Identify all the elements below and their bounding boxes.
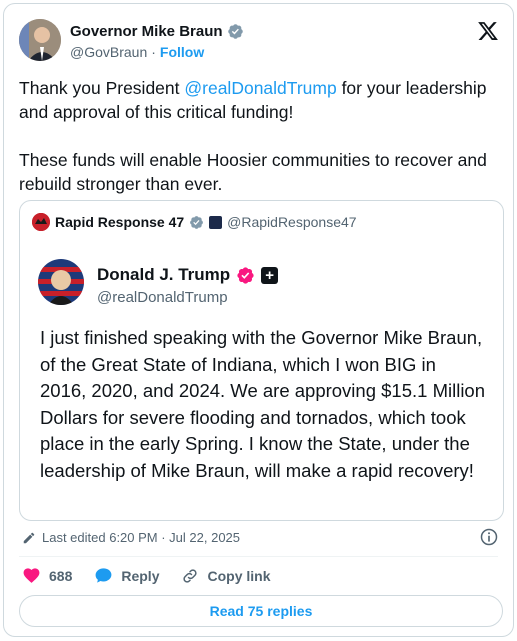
verified-badge-icon (227, 24, 243, 39)
author-handle[interactable]: @GovBraun (70, 44, 147, 60)
tweet-card: Governor Mike Braun @GovBraun · Follow T… (3, 3, 514, 637)
like-count: 688 (49, 567, 73, 584)
author-avatar[interactable] (19, 19, 61, 61)
read-replies-button[interactable]: Read 75 replies (19, 595, 503, 627)
embedded-text: I just finished speaking with the Govern… (40, 327, 486, 481)
affiliate-badge-icon (209, 215, 223, 229)
action-bar: 688 Reply Copy link (22, 566, 293, 585)
like-button[interactable]: 688 (22, 566, 72, 585)
speech-bubble-icon (95, 568, 112, 583)
info-icon[interactable] (479, 527, 499, 547)
reply-label: Reply (121, 567, 160, 584)
embedded-handle: @realDonaldTrump (97, 289, 228, 306)
pencil-icon (23, 532, 35, 543)
link-icon (183, 568, 198, 583)
quote-author-name[interactable]: Rapid Response 47 (55, 214, 184, 230)
author-name[interactable]: Governor Mike Braun (70, 23, 223, 40)
edited-timestamp[interactable]: Last edited 6:20 PM · Jul 22, 2025 (42, 530, 240, 545)
copy-link-label: Copy link (207, 567, 271, 584)
quote-author-handle[interactable]: @RapidResponse47 (227, 214, 356, 230)
embedded-name: Donald J. Trump (97, 265, 231, 284)
verified-badge-icon (190, 215, 204, 229)
embedded-avatar (38, 259, 84, 305)
embedded-name-row: Donald J. Trump + (97, 265, 279, 285)
plus-badge-icon: + (261, 266, 279, 284)
x-logo-icon[interactable] (477, 20, 499, 42)
quote-header: Rapid Response 47 @RapidResponse47 (32, 213, 357, 231)
author-name-row: Governor Mike Braun (70, 23, 244, 40)
verified-badge-icon (237, 266, 254, 284)
quote-author-avatar[interactable] (32, 213, 50, 231)
edit-meta: Last edited 6:20 PM · Jul 22, 2025 (22, 530, 240, 545)
separator: · (151, 44, 156, 60)
author-handle-row: @GovBraun · Follow (70, 44, 204, 60)
follow-button[interactable]: Follow (160, 44, 204, 60)
tweet-paragraph-1: Thank you President @realDonaldTrump for… (19, 76, 499, 124)
copy-link-button[interactable]: Copy link (181, 567, 271, 585)
tweet-text: Thank you President @realDonaldTrump for… (19, 76, 499, 196)
divider (19, 556, 498, 557)
reply-button[interactable]: Reply (94, 566, 159, 585)
mention-link[interactable]: @realDonaldTrump (184, 78, 336, 98)
heart-icon (23, 568, 40, 583)
tweet-paragraph-2: These funds will enable Hoosier communit… (19, 150, 487, 194)
tweet-text-prefix: Thank you President (19, 78, 185, 98)
quoted-tweet[interactable]: Rapid Response 47 @RapidResponse47 Donal… (19, 200, 504, 521)
